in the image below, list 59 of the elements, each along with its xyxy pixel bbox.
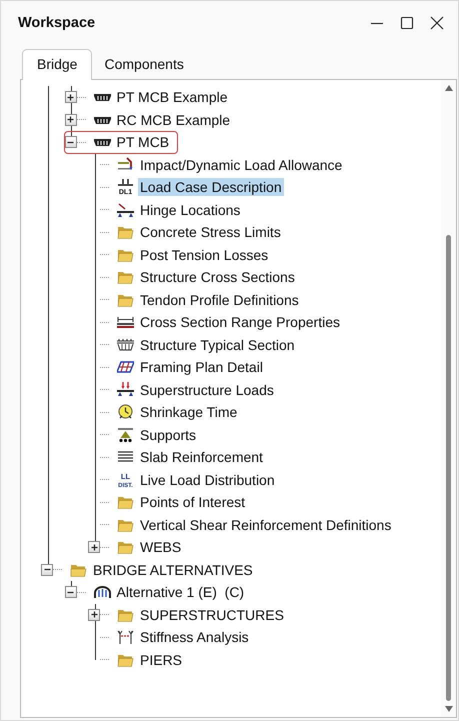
- scrollbar[interactable]: [441, 80, 456, 717]
- tree-item[interactable]: Slab Reinforcement: [138, 448, 265, 466]
- tree-item[interactable]: Concrete Stress Limits: [138, 223, 283, 242]
- section-range-icon: [117, 314, 134, 330]
- typical-section-icon: [117, 336, 134, 353]
- plus-icon: [66, 92, 75, 102]
- tab[interactable]: Bridge: [22, 49, 92, 80]
- stiffness-icon: [117, 629, 134, 646]
- tree-item[interactable]: Points of Interest: [138, 493, 248, 512]
- tree-item[interactable]: Stiffness Analysis: [138, 628, 251, 646]
- plus-icon: [90, 610, 98, 620]
- tree-item[interactable]: Cross Section Range Properties: [138, 313, 342, 332]
- expand-toggle[interactable]: [88, 608, 100, 621]
- window-title: Workspace: [18, 15, 96, 31]
- folder-icon: [117, 224, 134, 240]
- plus-icon: [90, 542, 98, 552]
- expand-toggle[interactable]: [41, 564, 53, 576]
- close-icon[interactable]: [430, 16, 444, 30]
- tree-item[interactable]: Structure Typical Section: [138, 336, 297, 354]
- tab[interactable]: Components: [92, 50, 196, 79]
- tree-item[interactable]: Structure Cross Sections: [138, 268, 297, 286]
- expand-toggle[interactable]: [64, 91, 76, 104]
- tree-item[interactable]: Superstructure Loads: [138, 380, 276, 399]
- scroll-thumb[interactable]: [446, 235, 451, 701]
- folder-icon: [117, 539, 134, 556]
- tree-item[interactable]: PT MCB: [114, 133, 172, 152]
- expand-toggle[interactable]: [64, 114, 76, 126]
- superstructure-loads-icon: [117, 382, 134, 398]
- tree-item[interactable]: WEBS: [138, 538, 184, 556]
- tree-item[interactable]: PIERS: [138, 650, 184, 669]
- folder-icon: [117, 494, 134, 510]
- maximize-icon[interactable]: [400, 16, 414, 30]
- tree-item[interactable]: BRIDGE ALTERNATIVES: [91, 560, 255, 579]
- expand-toggle[interactable]: [88, 541, 100, 554]
- scroll-up-icon[interactable]: [444, 84, 454, 92]
- expand-toggle[interactable]: [64, 136, 76, 148]
- tree-item[interactable]: Framing Plan Detail: [138, 358, 265, 376]
- tree-item[interactable]: Vertical Shear Reinforcement Definitions: [138, 516, 394, 534]
- arch-bridge-icon: [94, 584, 110, 600]
- scroll-down-icon[interactable]: [444, 705, 454, 713]
- tree-item[interactable]: Hinge Locations: [138, 200, 242, 219]
- tree-item[interactable]: Live Load Distribution: [138, 470, 277, 489]
- tree-item[interactable]: Alternative 1 (E) (C): [114, 583, 246, 602]
- tree-item[interactable]: Supports: [138, 426, 198, 444]
- plus-icon: [66, 115, 75, 124]
- expand-toggle[interactable]: [64, 586, 76, 598]
- tree-item[interactable]: SUPERSTRUCTURES: [138, 606, 286, 624]
- tree-item[interactable]: Impact/Dynamic Load Allowance: [138, 156, 344, 174]
- tree-item[interactable]: Shrinkage Time: [138, 403, 240, 422]
- tree-item[interactable]: Tendon Profile Definitions: [138, 290, 301, 309]
- tree-item[interactable]: Load Case Description: [138, 178, 284, 196]
- hinge-icon: [117, 202, 134, 218]
- tree-item[interactable]: PT MCB Example: [114, 88, 230, 106]
- support-icon: [117, 426, 134, 443]
- tree-item[interactable]: Post Tension Losses: [138, 246, 270, 264]
- clock-icon: [117, 404, 134, 420]
- folder-icon: [117, 269, 134, 286]
- tree-item[interactable]: RC MCB Example: [114, 110, 232, 129]
- framing-plan-icon: [117, 359, 134, 376]
